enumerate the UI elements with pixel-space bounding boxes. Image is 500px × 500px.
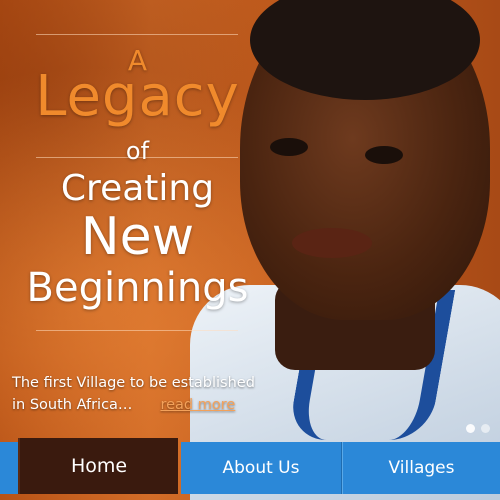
slider-dots [466,424,490,433]
bottom-rule [36,330,238,331]
read-more-link[interactable]: read more [160,397,235,413]
headline-beginnings: Beginnings [26,265,249,311]
nav-item-home[interactable]: Home [18,438,178,494]
headline-new: New [80,207,195,267]
mouth [292,228,372,258]
slider-dot-1[interactable] [466,424,475,433]
top-rule [36,34,238,35]
hero-tagline: The first Village to be established in S… [12,372,272,416]
nav-item-villages[interactable]: Villages [342,442,500,494]
headline-legacy: Legacy [35,64,240,129]
headline-of: of [125,137,150,165]
nav-item-about-us[interactable]: About Us [181,442,342,494]
main-nav: Home About Us Villages [0,438,500,494]
headline-creating: Creating [60,168,215,209]
slider-dot-2[interactable] [481,424,490,433]
left-eye [270,138,308,156]
nav-edge [0,442,18,494]
right-eye [365,146,403,164]
